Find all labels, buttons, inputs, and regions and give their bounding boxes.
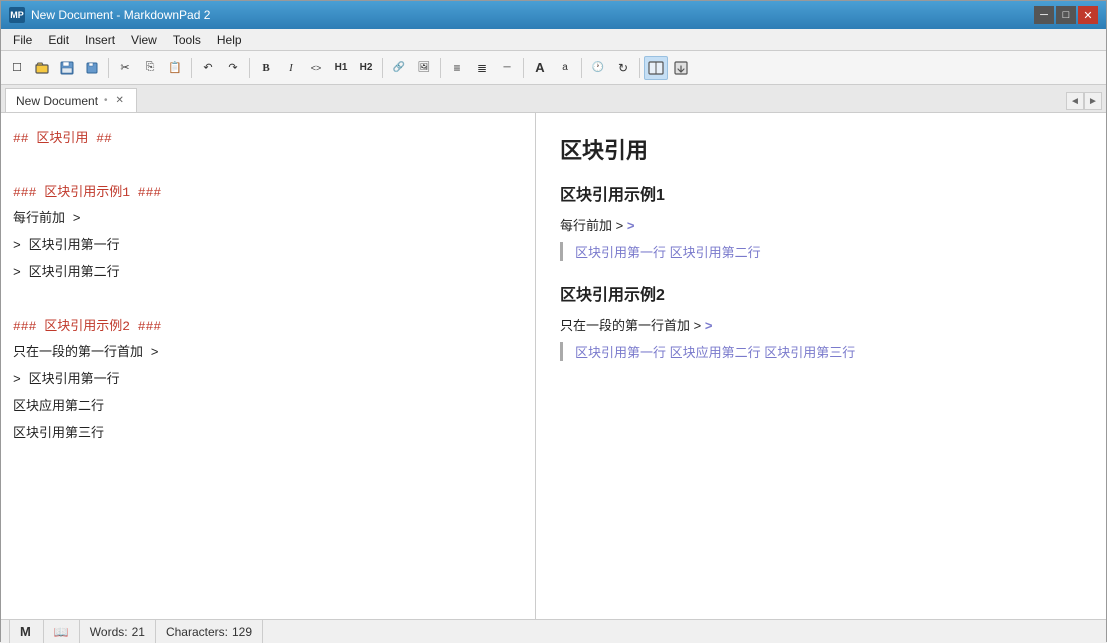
preview-section-2-blockquote: 区块引用第一行 区块应用第二行 区块引用第三行 [560,342,1082,361]
separator-8 [639,58,640,78]
separator-5 [440,58,441,78]
intro-text-1: 每行前加 > [560,218,623,233]
separator-1 [108,58,109,78]
intro-text-2: 只在一段的第一行首加 > [560,318,701,333]
words-label: Words: [90,625,128,639]
window-controls: ─ □ ✕ [1034,6,1098,24]
preview-section-2-heading: 区块引用示例2 [560,281,1082,305]
new-button[interactable]: ☐ [5,56,29,80]
toolbar: ☐ ✂ ⎘ 📋 ↶ ↷ B I <> H1 H2 🔗 🖼 ≡ ≣ ─ A a 🕐 [1,51,1106,85]
hr-button[interactable]: ─ [495,56,519,80]
tab-close-button[interactable]: ✕ [114,95,126,106]
ul-button[interactable]: ≡ [445,56,469,80]
preview-pane[interactable]: 区块引用 区块引用示例1 每行前加 > > 区块引用第一行 区块引用第二行 区块… [536,113,1106,619]
chars-count: 129 [232,625,252,639]
preview-section-1: 区块引用示例1 每行前加 > > 区块引用第一行 区块引用第二行 [560,181,1082,261]
book-icon: 📖 [54,625,69,639]
chars-label: Characters: [166,625,228,639]
editor-line-5: > 区块引用第一行 [13,236,523,257]
gt-symbol-1: > [627,218,635,233]
save-button[interactable] [55,56,79,80]
editor-line-10: > 区块引用第一行 [13,370,523,391]
editor-line-1: ## 区块引用 ## [13,129,523,150]
tab-label: New Document [16,94,98,108]
undo-button[interactable]: ↶ [196,56,220,80]
title-text: New Document - MarkdownPad 2 [31,8,1034,22]
menu-help[interactable]: Help [209,29,250,50]
mode-icon-m: M [20,624,31,639]
editor-line-6: > 区块引用第二行 [13,263,523,284]
status-book[interactable]: 📖 [44,620,80,643]
status-bar: M 📖 Words: 21 Characters: 129 [1,619,1106,643]
separator-3 [249,58,250,78]
preview-toggle-button[interactable] [644,56,668,80]
gt-symbol-2: > [705,318,713,333]
preview-section-1-blockquote: 区块引用第一行 区块引用第二行 [560,242,1082,261]
timestamp-button[interactable]: 🕐 [586,56,610,80]
separator-2 [191,58,192,78]
refresh-button[interactable]: ↻ [611,56,635,80]
words-count: 21 [132,625,145,639]
separator-6 [523,58,524,78]
open-button[interactable] [30,56,54,80]
editor-line-4: 每行前加 > [13,209,523,230]
code-button[interactable]: <> [304,56,328,80]
editor-line-9: 只在一段的第一行首加 > [13,343,523,364]
ol-button[interactable]: ≣ [470,56,494,80]
close-button[interactable]: ✕ [1078,6,1098,24]
menu-view[interactable]: View [123,29,165,50]
separator-4 [382,58,383,78]
preview-section-2: 区块引用示例2 只在一段的第一行首加 > > 区块引用第一行 区块应用第二行 区… [560,281,1082,361]
larger-text-button[interactable]: A [528,56,552,80]
editor-line-2 [13,156,523,177]
menu-tools[interactable]: Tools [165,29,209,50]
tab-bar: New Document • ✕ ◄ ► [1,85,1106,113]
smaller-text-button[interactable]: a [553,56,577,80]
tab-nav-right[interactable]: ► [1084,92,1102,110]
export-button[interactable] [669,56,693,80]
tab-modified-indicator: • [104,95,108,106]
editor-line-8: ### 区块引用示例2 ### [13,317,523,338]
menu-file[interactable]: File [5,29,40,50]
separator-7 [581,58,582,78]
menu-edit[interactable]: Edit [40,29,77,50]
preview-section-1-heading: 区块引用示例1 [560,181,1082,205]
tab-navigation: ◄ ► [1066,92,1102,112]
tab-nav-left[interactable]: ◄ [1066,92,1084,110]
editor-line-11: 区块应用第二行 [13,397,523,418]
h2-button[interactable]: H2 [354,56,378,80]
editor-line-12: 区块引用第三行 [13,424,523,445]
preview-section-2-intro: 只在一段的第一行首加 > > [560,315,1082,334]
menu-bar: File Edit Insert View Tools Help [1,29,1106,51]
status-chars: Characters: 129 [156,620,263,643]
italic-button[interactable]: I [279,56,303,80]
save-all-button[interactable] [80,56,104,80]
editor-pane[interactable]: ## 区块引用 ## ### 区块引用示例1 ### 每行前加 > > 区块引用… [1,113,536,619]
tab-new-document[interactable]: New Document • ✕ [5,88,137,112]
minimize-button[interactable]: ─ [1034,6,1054,24]
title-bar: MP New Document - MarkdownPad 2 ─ □ ✕ [1,1,1106,29]
link-button[interactable]: 🔗 [387,56,411,80]
status-words: Words: 21 [80,620,156,643]
preview-title: 区块引用 [560,133,1082,165]
copy-button[interactable]: ⎘ [138,56,162,80]
image-button[interactable]: 🖼 [412,56,436,80]
app-icon: MP [9,7,25,23]
bold-button[interactable]: B [254,56,278,80]
main-area: ## 区块引用 ## ### 区块引用示例1 ### 每行前加 > > 区块引用… [1,113,1106,619]
cut-button[interactable]: ✂ [113,56,137,80]
redo-button[interactable]: ↷ [221,56,245,80]
h1-button[interactable]: H1 [329,56,353,80]
status-mode[interactable]: M [9,620,44,643]
preview-section-1-intro: 每行前加 > > [560,215,1082,234]
editor-line-7 [13,290,523,311]
menu-insert[interactable]: Insert [77,29,123,50]
editor-line-3: ### 区块引用示例1 ### [13,183,523,204]
paste-button[interactable]: 📋 [163,56,187,80]
maximize-button[interactable]: □ [1056,6,1076,24]
